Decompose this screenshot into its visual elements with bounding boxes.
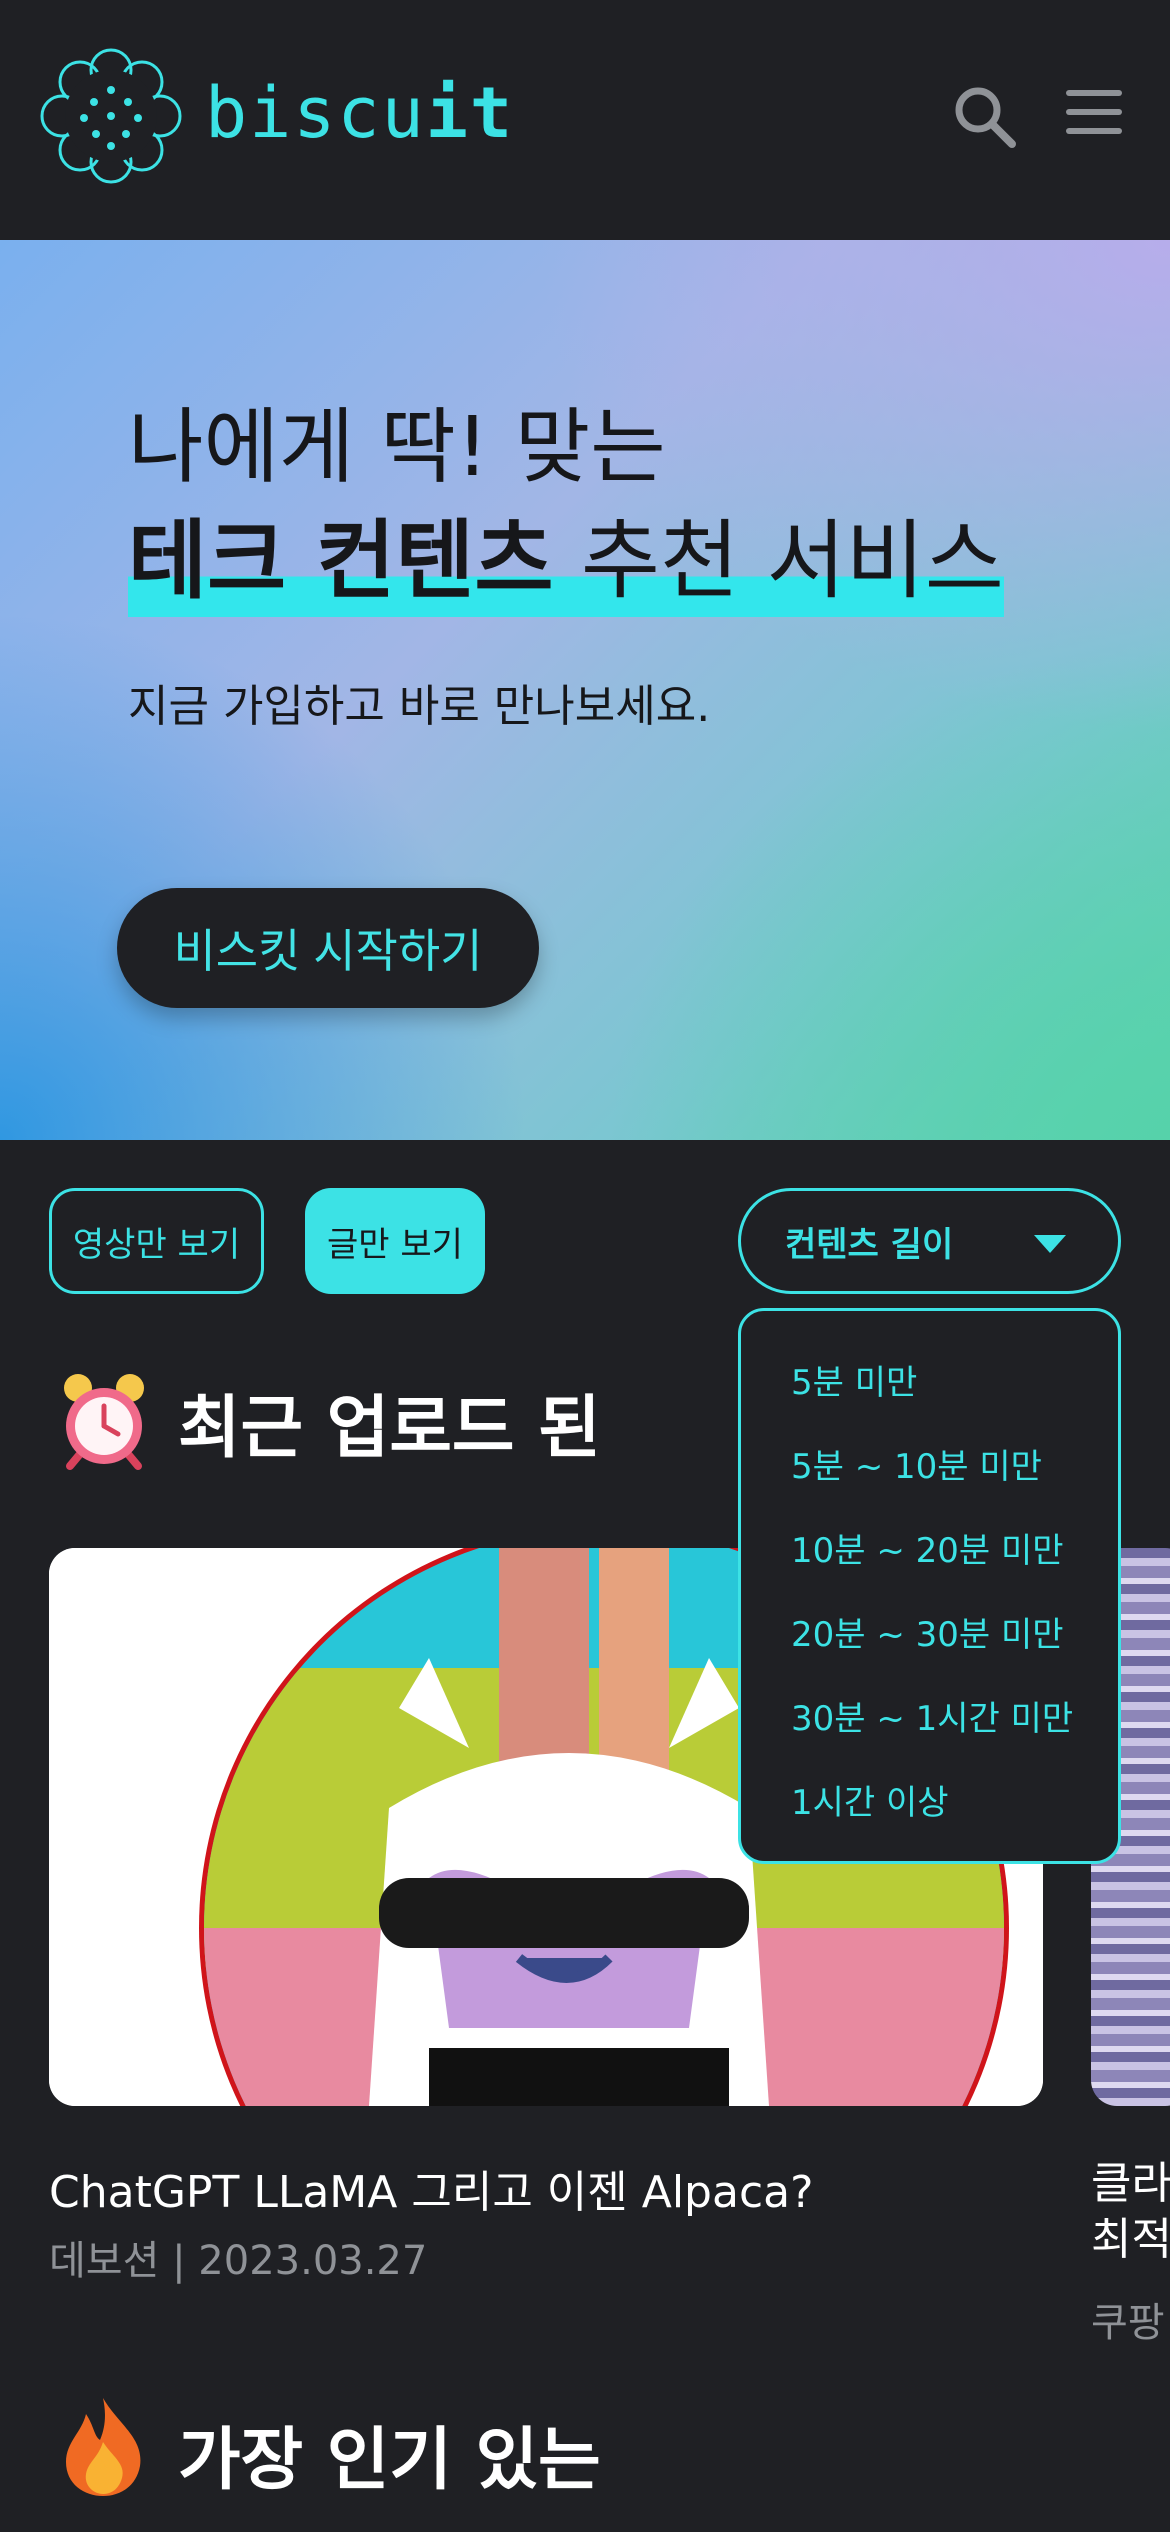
article-meta: 데보션 | 2023.03.27 (49, 2238, 428, 2284)
recent-uploads-title: 최근 업로드 된 (178, 1389, 601, 1468)
fire-icon (66, 2398, 141, 2496)
popular-title: 가장 인기 있는 (178, 2421, 601, 2500)
logo-wordmark[interactable]: biscuit (205, 78, 514, 148)
top-header: biscuit (0, 0, 1170, 240)
search-icon[interactable] (950, 82, 1020, 152)
alarm-clock-icon (64, 1374, 144, 1470)
article-title-line: 최적 (1091, 2214, 1170, 2265)
hero-highlight-text: 테크 컨텐츠 (128, 511, 554, 617)
article-meta: 쿠팡 (1091, 2300, 1165, 2346)
logo-text-light: biscu (205, 72, 426, 154)
content-length-label: 컨텐츠 길이 (785, 1224, 954, 1265)
hero-subtitle: 지금 가입하고 바로 만나보세요. (128, 681, 711, 732)
hero-banner: 나에게 딱! 맞는 테크 컨텐츠 추천 서비스 지금 가입하고 바로 만나보세요… (0, 240, 1170, 1140)
article-title[interactable]: ChatGPT LLaMA 그리고 이젠 Alpaca? (49, 2156, 813, 2220)
hero-headline-line1: 나에게 딱! 맞는 (128, 400, 666, 495)
start-biscuit-button[interactable]: 비스킷 시작하기 (117, 888, 539, 1008)
article-title[interactable]: 클라 최적 (1091, 2156, 1170, 2268)
biscuit-logo-icon[interactable] (38, 46, 184, 186)
length-option[interactable]: 10분 ~ 20분 미만 (791, 1523, 1064, 1572)
hero-headline-line2: 테크 컨텐츠 추천 서비스 (128, 490, 1004, 617)
text-only-filter-button[interactable]: 글만 보기 (305, 1188, 485, 1294)
length-option[interactable]: 5분 ~ 10분 미만 (791, 1439, 1042, 1488)
content-length-select[interactable]: 컨텐츠 길이 (738, 1188, 1121, 1294)
chevron-down-icon (1034, 1235, 1066, 1253)
length-option[interactable]: 1시간 이상 (791, 1775, 949, 1824)
hamburger-menu-icon[interactable] (1066, 90, 1128, 142)
length-option[interactable]: 20분 ~ 30분 미만 (791, 1607, 1064, 1656)
length-option[interactable]: 30분 ~ 1시간 미만 (791, 1691, 1073, 1740)
content-length-dropdown: 5분 미만 5분 ~ 10분 미만 10분 ~ 20분 미만 20분 ~ 30분… (738, 1308, 1121, 1864)
logo-text-bold: it (425, 72, 515, 154)
length-option[interactable]: 5분 미만 (791, 1355, 917, 1404)
video-only-filter-button[interactable]: 영상만 보기 (49, 1188, 264, 1294)
hero-headline-rest: 추천 서비스 (553, 511, 1004, 617)
article-title-line: 클라 (1091, 2158, 1170, 2209)
